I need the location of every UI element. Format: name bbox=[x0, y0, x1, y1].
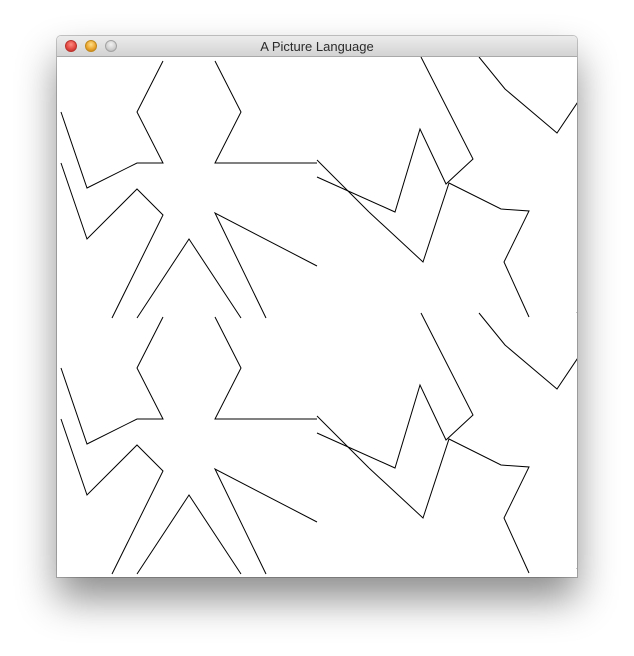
app-window: A Picture Language bbox=[57, 36, 577, 577]
figure-4-stroke-5 bbox=[368, 438, 530, 574]
figure-3-stroke-1 bbox=[60, 316, 164, 445]
title-bar[interactable]: A Picture Language bbox=[57, 36, 577, 57]
figure-1-stroke-1 bbox=[60, 60, 164, 189]
figure-3-stroke-3 bbox=[136, 494, 242, 575]
figure-4-stroke-6 bbox=[316, 415, 370, 469]
picture-figures bbox=[60, 57, 577, 575]
picture-svg bbox=[60, 57, 577, 575]
figure-1-stroke-3 bbox=[136, 238, 242, 319]
figure-3-stroke-2 bbox=[60, 418, 164, 575]
figure-1-stroke-2 bbox=[60, 162, 164, 319]
figure-4-stroke-1 bbox=[316, 312, 474, 469]
figure-2-stroke-5 bbox=[368, 182, 530, 318]
figure-2-stroke-1 bbox=[316, 57, 474, 213]
drawing-canvas bbox=[57, 57, 577, 577]
figure-3-stroke-5 bbox=[214, 316, 317, 420]
figure-2-stroke-2 bbox=[478, 57, 577, 134]
window-title: A Picture Language bbox=[260, 39, 374, 54]
figure-2-stroke-6 bbox=[316, 159, 370, 213]
figure-4-stroke-2 bbox=[478, 312, 577, 390]
figure-1-stroke-5 bbox=[214, 60, 317, 164]
